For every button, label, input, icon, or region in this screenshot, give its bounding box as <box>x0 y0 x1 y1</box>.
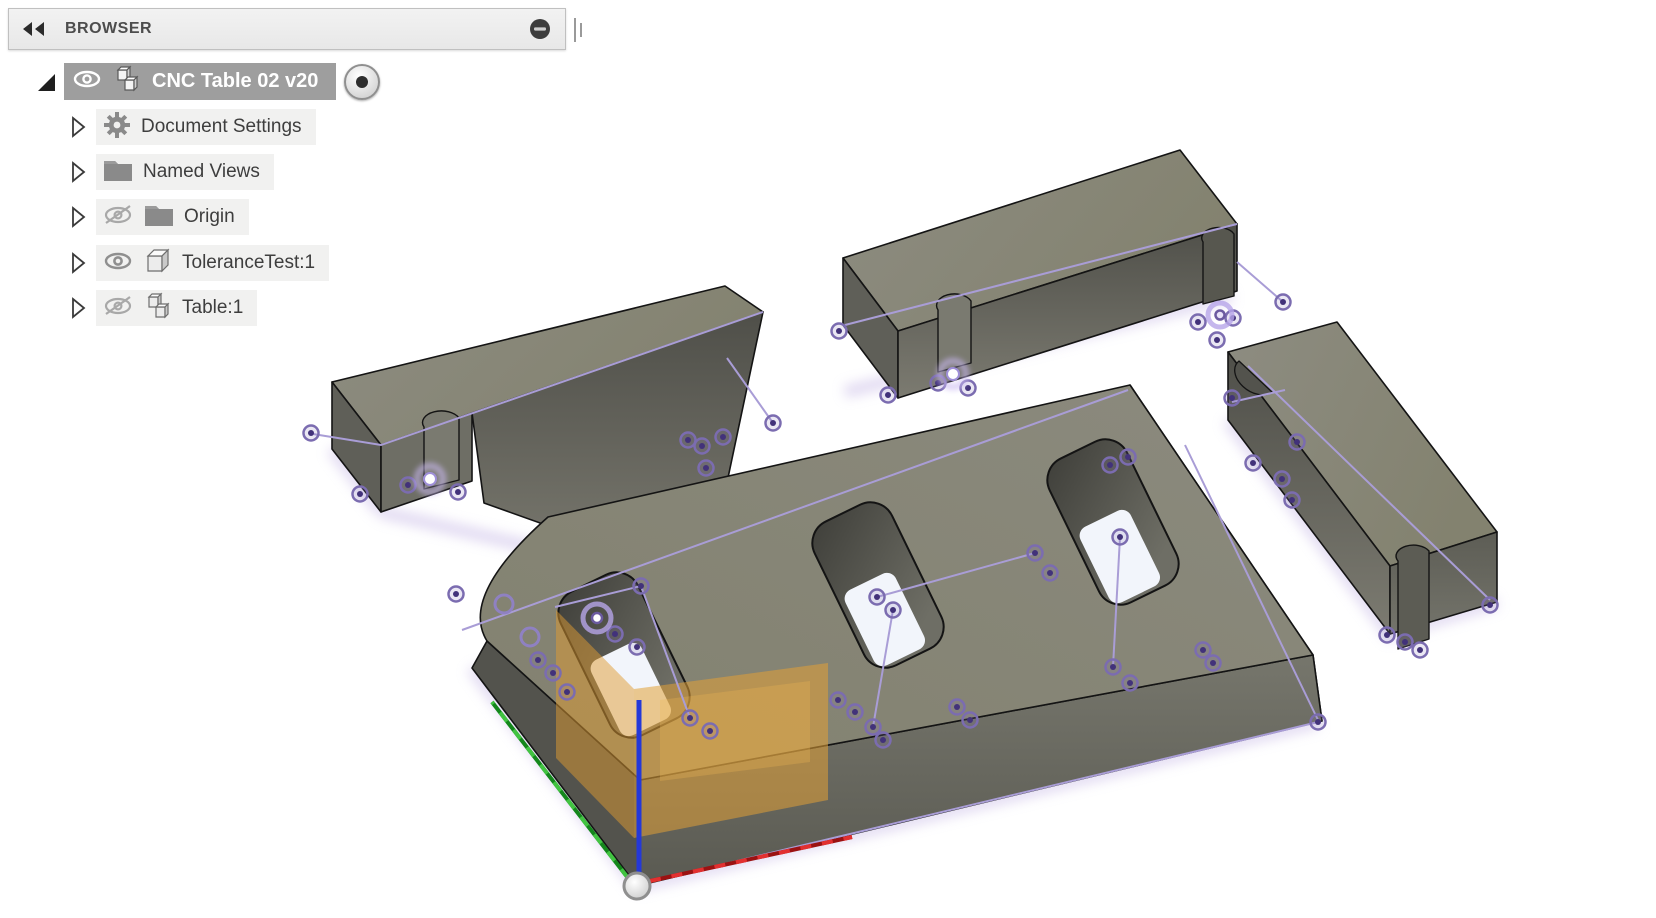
item-label[interactable]: Named Views <box>143 161 260 183</box>
collapsed-triangle-icon[interactable] <box>66 250 90 276</box>
tree-row-tolerancetest[interactable]: ToleranceTest:1 <box>66 245 329 281</box>
component-icon <box>143 291 173 326</box>
collapsed-triangle-icon[interactable] <box>66 114 90 140</box>
fusion-window: BROWSER <box>0 0 1656 918</box>
notch-channel <box>1396 545 1429 649</box>
tree-row-named-views[interactable]: Named Views <box>66 154 274 190</box>
tree-row-origin[interactable]: Origin <box>66 199 249 235</box>
origin-point <box>624 873 650 899</box>
component-icon <box>112 64 142 99</box>
collapse-panel-icon[interactable] <box>21 20 47 38</box>
item-label[interactable]: Document Settings <box>141 116 302 138</box>
collapsed-triangle-icon[interactable] <box>66 204 90 230</box>
expanded-triangle-icon[interactable] <box>34 70 58 94</box>
display-mode-icon[interactable] <box>529 18 551 45</box>
tree-row-document-settings[interactable]: Document Settings <box>66 109 316 145</box>
selected-row-highlight[interactable]: CNC Table 02 v20 <box>64 63 336 100</box>
tree-row-root[interactable]: CNC Table 02 v20 <box>34 63 380 100</box>
visibility-eye-icon[interactable] <box>72 69 102 94</box>
visibility-eye-icon[interactable] <box>102 249 134 278</box>
panel-drag-handle[interactable] <box>574 18 584 44</box>
visibility-eye-slash-icon[interactable] <box>102 294 134 323</box>
item-label[interactable]: Table:1 <box>182 297 243 319</box>
browser-panel-header[interactable]: BROWSER <box>8 8 566 50</box>
item-label[interactable]: Origin <box>184 206 235 228</box>
body-cube-icon <box>143 246 173 281</box>
collapsed-triangle-icon[interactable] <box>66 295 90 321</box>
activate-component-radio[interactable] <box>344 64 380 100</box>
folder-icon <box>143 202 175 233</box>
tree-row-table[interactable]: Table:1 <box>66 290 257 326</box>
gear-icon <box>102 110 132 145</box>
component-name[interactable]: CNC Table 02 v20 <box>152 70 318 93</box>
item-label[interactable]: ToleranceTest:1 <box>182 252 315 274</box>
collapsed-triangle-icon[interactable] <box>66 159 90 185</box>
visibility-eye-slash-icon[interactable] <box>102 203 134 232</box>
panel-title: BROWSER <box>65 20 152 38</box>
notch-corner <box>1202 228 1234 304</box>
folder-icon <box>102 157 134 188</box>
